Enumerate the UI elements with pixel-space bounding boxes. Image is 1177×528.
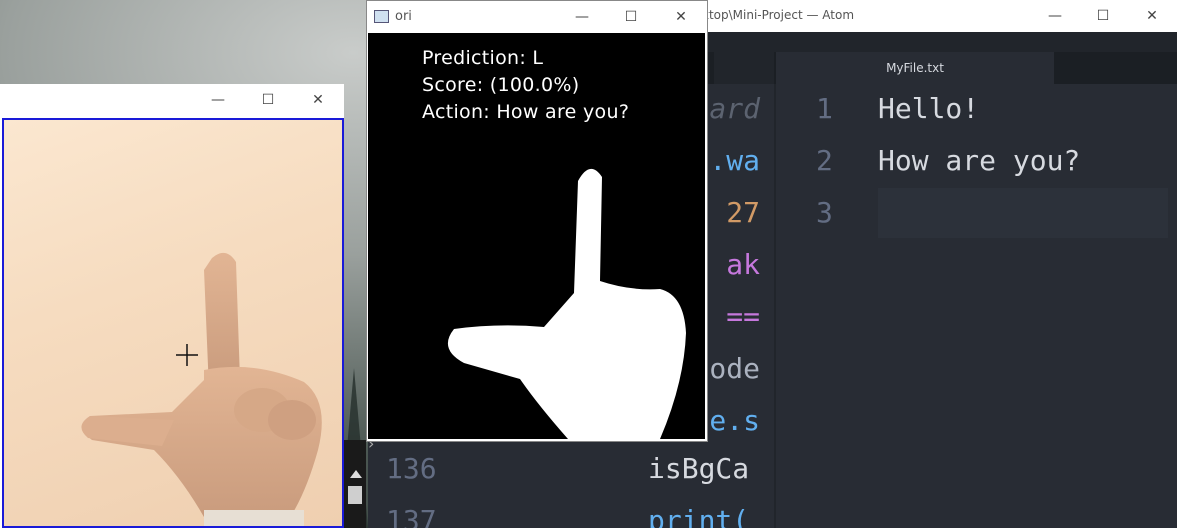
maximize-button[interactable]: ☐ xyxy=(621,7,641,27)
code-line: isBgCa xyxy=(648,452,750,485)
camera-window: — ☐ ✕ xyxy=(0,84,344,528)
close-button[interactable]: ✕ xyxy=(671,7,691,27)
hand-image xyxy=(81,252,322,526)
scrollbar[interactable] xyxy=(344,440,366,528)
line-number: 3 xyxy=(816,196,833,229)
atom-window-title: ktop\Mini-Project — Atom xyxy=(702,8,855,22)
scrollbar-thumb[interactable] xyxy=(348,486,362,504)
code-fragment: e.s xyxy=(709,404,760,437)
camera-feed xyxy=(2,118,344,528)
ori-window: ori — ☐ ✕ Prediction: L Score: (100.0%) … xyxy=(366,0,708,442)
scroll-up-arrow-icon[interactable] xyxy=(350,470,362,478)
line-number: 136 xyxy=(386,452,437,485)
threshold-view: Prediction: L Score: (100.0%) Action: Ho… xyxy=(368,33,705,439)
camera-titlebar: — ☐ ✕ xyxy=(0,84,344,116)
close-button[interactable]: ✕ xyxy=(1142,6,1162,26)
line-number: 2 xyxy=(816,144,833,177)
ori-titlebar: ori — ☐ ✕ xyxy=(367,1,707,33)
maximize-button[interactable]: ☐ xyxy=(1093,6,1113,26)
tab-bar: MyFile.txt xyxy=(690,52,1177,84)
code-fragment: 27 xyxy=(726,196,760,229)
cursor-line-highlight xyxy=(878,188,1168,238)
code-fragment: ak xyxy=(726,248,760,281)
maximize-button[interactable]: ☐ xyxy=(258,90,278,110)
editor-line[interactable]: How are you? xyxy=(878,144,1080,177)
line-number: 1 xyxy=(816,92,833,125)
editor-pane[interactable]: 1 Hello! 2 How are you? 3 xyxy=(776,84,1177,528)
close-button[interactable]: ✕ xyxy=(308,90,328,110)
editor-line[interactable]: Hello! xyxy=(878,92,979,125)
code-fragment: ard xyxy=(709,92,760,125)
code-line: print( xyxy=(648,504,750,528)
atom-titlebar: ktop\Mini-Project — Atom — ☐ ✕ xyxy=(690,0,1177,32)
code-fragment: == xyxy=(726,300,760,333)
tab-myfile[interactable]: MyFile.txt xyxy=(776,52,1054,84)
window-app-icon xyxy=(374,10,389,23)
minimize-button[interactable]: — xyxy=(1045,6,1065,26)
code-fragment: ode xyxy=(709,352,760,385)
hand-mask-silhouette xyxy=(447,168,686,439)
tab-other[interactable] xyxy=(714,52,774,84)
minimize-button[interactable]: — xyxy=(208,90,228,110)
background-code-pane-bottom: › 136 isBgCa 137 print( xyxy=(368,434,774,528)
crosshair-icon xyxy=(176,344,198,366)
line-number: 137 xyxy=(386,504,437,528)
ori-window-title: ori xyxy=(395,9,412,24)
code-fragment: .wa xyxy=(709,144,760,177)
minimize-button[interactable]: — xyxy=(572,7,592,27)
